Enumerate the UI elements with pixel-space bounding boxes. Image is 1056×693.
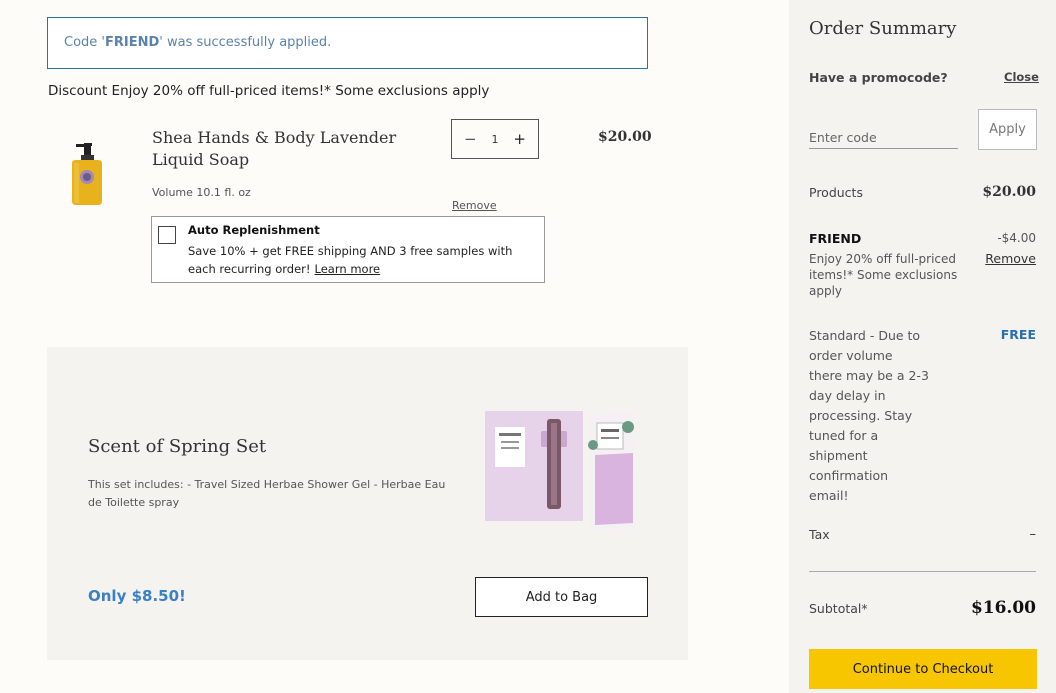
shipping-description: Standard - Due to order volume there may… xyxy=(809,328,929,503)
promo-card: Scent of Spring Set This set includes: -… xyxy=(47,347,688,660)
tax-value: – xyxy=(1029,527,1037,542)
add-to-bag-button[interactable]: Add to Bag xyxy=(475,577,648,617)
notice-suffix: ' was successfully applied. xyxy=(159,35,332,50)
minus-icon[interactable]: − xyxy=(464,130,477,148)
summary-divider xyxy=(809,571,1036,572)
order-summary-title: Order Summary xyxy=(809,18,957,39)
auto-replenishment-box: Auto Replenishment Save 10% + get FREE s… xyxy=(151,216,545,283)
tax-label: Tax xyxy=(809,527,830,542)
product-name[interactable]: Shea Hands & Body Lavender Liquid Soap xyxy=(152,127,447,171)
product-image-soap[interactable] xyxy=(62,143,112,207)
apply-code-button[interactable]: Apply xyxy=(978,109,1037,150)
discount-code-label: FRIEND xyxy=(809,231,862,246)
discount-line: Discount Enjoy 20% off full-priced items… xyxy=(48,83,490,99)
quantity-stepper: − 1 + xyxy=(451,119,539,159)
product-price: $20.00 xyxy=(598,129,652,145)
shipping-value: FREE xyxy=(1000,327,1036,342)
remove-item-link[interactable]: Remove xyxy=(452,199,497,212)
promo-success-notice: Code 'FRIEND' was successfully applied. xyxy=(47,17,648,69)
order-summary: Order Summary Have a promocode? Close Ap… xyxy=(789,0,1056,693)
continue-to-checkout-button[interactable]: Continue to Checkout xyxy=(809,649,1037,689)
promo-product-image xyxy=(483,405,643,545)
auto-replenishment-title: Auto Replenishment xyxy=(188,223,320,237)
promo-description: This set includes: - Travel Sized Herbae… xyxy=(88,478,446,509)
learn-more-link[interactable]: Learn more xyxy=(315,262,381,276)
plus-icon[interactable]: + xyxy=(513,130,526,148)
products-value: $20.00 xyxy=(982,184,1036,200)
promocode-question: Have a promocode? xyxy=(809,70,948,85)
products-label: Products xyxy=(809,185,863,200)
checkbox-icon[interactable] xyxy=(158,226,176,244)
product-volume: Volume 10.1 fl. oz xyxy=(152,186,251,199)
notice-code: FRIEND xyxy=(105,35,160,50)
discount-amount: -$4.00 xyxy=(997,231,1036,245)
discount-description: Enjoy 20% off full-priced items!* Some e… xyxy=(809,252,958,298)
promo-price: Only $8.50! xyxy=(88,587,186,605)
close-promocode-link[interactable]: Close xyxy=(1004,70,1039,84)
quantity-value[interactable]: 1 xyxy=(492,133,499,146)
promo-title: Scent of Spring Set xyxy=(88,436,267,457)
subtotal-value: $16.00 xyxy=(970,598,1036,618)
notice-prefix: Code ' xyxy=(64,35,105,50)
auto-replenishment-desc: Save 10% + get FREE shipping AND 3 free … xyxy=(188,242,543,278)
remove-discount-link[interactable]: Remove xyxy=(985,251,1036,266)
promo-code-input[interactable] xyxy=(809,117,958,149)
subtotal-label: Subtotal* xyxy=(809,601,868,616)
